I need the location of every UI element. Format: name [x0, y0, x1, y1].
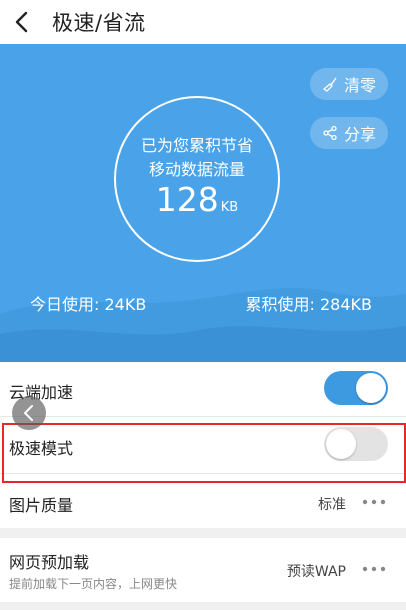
saved-value: 128: [155, 180, 219, 219]
preload-value: 预读WAP: [286, 564, 346, 580]
clear-label: 清零: [343, 76, 376, 95]
setting-row-cloud-accel: 云端加速: [0, 362, 406, 416]
share-button[interactable]: 分享: [310, 117, 388, 149]
total-usage: 累积使用: 284KB: [245, 295, 373, 314]
saved-unit: KB: [220, 200, 239, 215]
today-usage: 今日使用: 24KB: [30, 295, 147, 314]
data-saving-panel: 清零 分享 已为您累积节省 移动数据流量 128 KB 今日使用: 24KB 累积…: [0, 44, 406, 362]
setting-row-preload[interactable]: 网页预加载 提前加载下一页内容，上网更快 预读WAP: [0, 538, 406, 602]
cloud-accel-toggle[interactable]: [324, 371, 388, 405]
highlight-box: [2, 423, 406, 483]
top-bar: 极速/省流: [0, 0, 406, 44]
broom-icon: [322, 77, 337, 92]
saved-data-ring: 已为您累积节省 移动数据流量 128 KB: [114, 96, 280, 262]
preload-subtitle: 提前加载下一页内容，上网更快: [9, 577, 178, 591]
clear-button[interactable]: 清零: [310, 68, 388, 100]
toggle-knob: [356, 373, 386, 403]
floating-back-button[interactable]: [12, 396, 46, 430]
image-quality-label: 图片质量: [9, 496, 74, 515]
share-icon: [323, 125, 337, 141]
saved-caption-line2: 移动数据流量: [148, 160, 245, 179]
more-dots-icon[interactable]: [362, 499, 386, 505]
more-dots-icon[interactable]: [362, 566, 386, 572]
back-arrow-icon[interactable]: [10, 8, 34, 36]
chevron-left-icon: [24, 405, 33, 421]
share-label: 分享: [343, 125, 376, 144]
saved-amount: 128 KB: [116, 180, 278, 219]
saved-caption-line1: 已为您累积节省: [140, 136, 253, 155]
preload-label: 网页预加载: [9, 553, 90, 572]
page-title: 极速/省流: [52, 11, 146, 35]
image-quality-value: 标准: [318, 497, 346, 513]
